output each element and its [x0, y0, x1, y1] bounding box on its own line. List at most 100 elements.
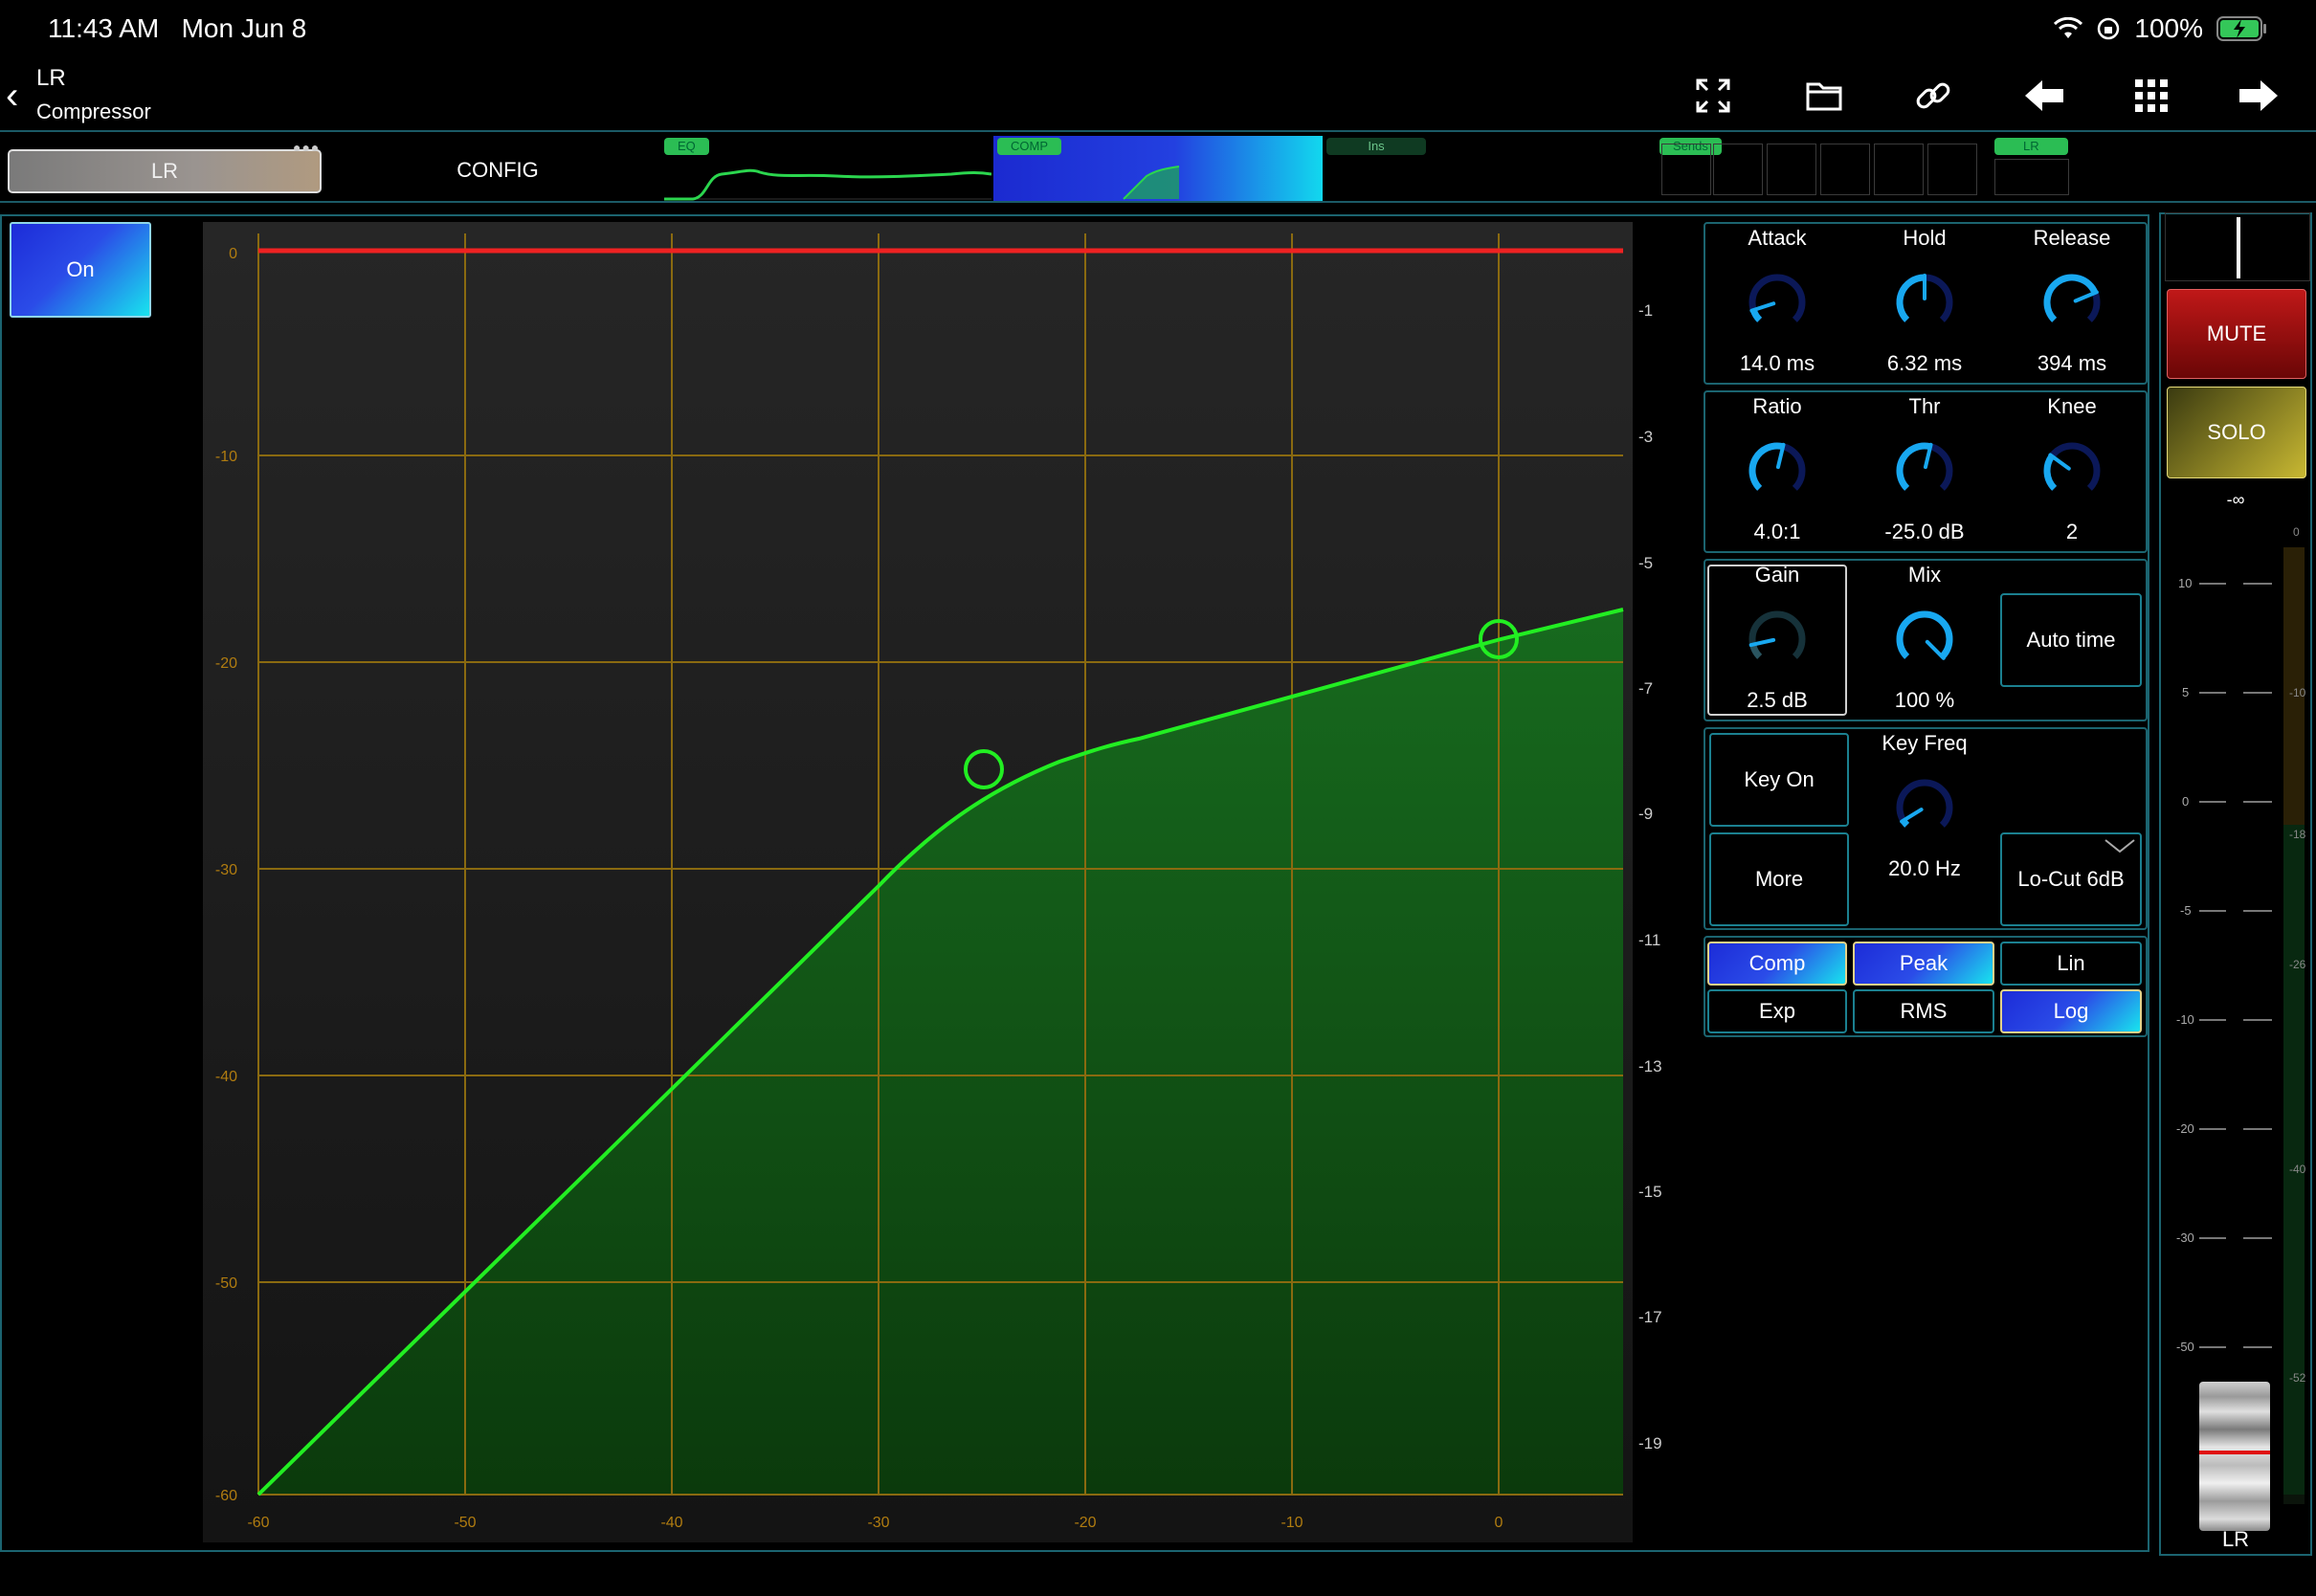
- page-subtitle: Compressor: [36, 100, 151, 123]
- eq-mini-panel[interactable]: EQ: [664, 136, 991, 201]
- fader-scale-label: 5: [2182, 685, 2189, 699]
- transfer-curve-graph[interactable]: 0 -10 -20 -30 -40 -50 -60 -60 -50 -40 -3…: [203, 222, 1633, 1542]
- meter-scale-label: -40: [2289, 1163, 2306, 1176]
- fader-scale: 10 5 0 -5 -10 -20 -30 -50 0 -10 -18 -26 …: [2176, 525, 2306, 1504]
- x-label: 0: [1495, 1515, 1503, 1531]
- status-clock: 11:43 AM: [48, 13, 160, 43]
- back-chevron-icon[interactable]: ‹: [6, 77, 18, 115]
- x-label: -50: [454, 1515, 476, 1531]
- comp-mini-panel[interactable]: COMP: [993, 136, 1323, 201]
- pan-control[interactable]: [2165, 212, 2310, 281]
- lr-bus-box: [1994, 159, 2069, 195]
- solo-button[interactable]: SOLO: [2167, 387, 2306, 478]
- strip-bottom-border: [0, 201, 2316, 203]
- more-button[interactable]: More: [1709, 832, 1849, 926]
- fullscreen-icon[interactable]: [1690, 73, 1736, 119]
- orientation-lock-icon: [2098, 17, 2120, 40]
- chevron-down-icon[interactable]: [2104, 838, 2136, 860]
- lin-mode-button[interactable]: Lin: [2000, 942, 2142, 986]
- y-label: -50: [215, 1275, 237, 1292]
- hold-knob[interactable]: Hold 6.32 ms: [1853, 226, 1996, 376]
- attack-knob[interactable]: Attack 14.0 ms: [1705, 226, 1849, 376]
- fader-handle[interactable]: [2199, 1382, 2270, 1531]
- gain-value: 2.5 dB: [1747, 688, 1808, 712]
- mix-label: Mix: [1907, 563, 1942, 587]
- x-label: -60: [247, 1515, 269, 1531]
- y-label: -20: [215, 655, 237, 672]
- channel-tab[interactable]: LR: [8, 149, 322, 193]
- forward-arrow-icon[interactable]: [2236, 73, 2282, 119]
- gr-label: -7: [1638, 679, 1653, 698]
- folder-icon[interactable]: [1801, 73, 1847, 119]
- meter-scale-label: 0: [2293, 525, 2300, 539]
- auto-time-button[interactable]: Auto time: [2000, 593, 2142, 687]
- page-title: LR: [36, 65, 66, 91]
- send-slot[interactable]: [1927, 144, 1977, 195]
- rms-mode-button[interactable]: RMS: [1853, 989, 1994, 1033]
- fader-scale-label: 10: [2178, 576, 2192, 590]
- pan-indicator: [2237, 217, 2240, 278]
- threshold-label: Thr: [1908, 394, 1941, 418]
- link-icon[interactable]: [1910, 73, 1956, 119]
- gr-label: -1: [1638, 301, 1653, 320]
- hold-label: Hold: [1903, 226, 1947, 250]
- ratio-knob[interactable]: Ratio 4.0:1: [1705, 394, 1849, 544]
- knob-pointer: [2048, 453, 2071, 471]
- knob-track: [1748, 274, 1806, 322]
- gain-dial-icon: [1748, 610, 1806, 659]
- key-on-button[interactable]: Key On: [1709, 733, 1849, 827]
- gr-label: -13: [1638, 1057, 1662, 1075]
- fader-scale-label: -20: [2176, 1121, 2194, 1136]
- knee-dial-icon: [2043, 442, 2101, 491]
- on-button[interactable]: On: [10, 222, 151, 318]
- hold-dial-icon: [1896, 274, 1953, 322]
- mix-value: 100 %: [1894, 688, 1955, 712]
- mute-button[interactable]: MUTE: [2167, 289, 2306, 379]
- log-mode-button[interactable]: Log: [2000, 989, 2142, 1033]
- fader-scale-label: 0: [2182, 794, 2189, 809]
- wifi-icon: [2054, 17, 2083, 38]
- lr-bus-mini-panel[interactable]: LR: [1994, 136, 2071, 201]
- transfer-curve-svg: 0 -10 -20 -30 -40 -50 -60 -60 -50 -40 -3…: [203, 222, 1633, 1542]
- knob-pointer: [1925, 639, 1946, 660]
- back-arrow-icon[interactable]: [2021, 73, 2067, 119]
- release-knob[interactable]: Release 394 ms: [2000, 226, 2144, 376]
- mix-dial-icon: [1896, 610, 1953, 660]
- gain-knob[interactable]: Gain 2.5 dB: [1705, 563, 1849, 713]
- config-tab[interactable]: CONFIG: [421, 153, 574, 188]
- send-slot[interactable]: [1661, 144, 1711, 195]
- status-right: 100%: [2054, 13, 2268, 44]
- eq-mini-curve: [664, 168, 991, 201]
- key-freq-knob[interactable]: Key Freq 20.0 Hz: [1853, 731, 1996, 881]
- ins-mini-panel[interactable]: Ins: [1326, 136, 1426, 201]
- gain-label: Gain: [1754, 563, 1800, 587]
- gr-label: -5: [1638, 554, 1653, 572]
- battery-percent: 100%: [2134, 13, 2203, 43]
- send-slot[interactable]: [1713, 144, 1763, 195]
- ratio-value: 4.0:1: [1753, 520, 1801, 543]
- gr-scale: -1 -3 -5 -7 -9 -11 -13 -15 -17 -19: [1638, 301, 1662, 1452]
- attack-label: Attack: [1748, 226, 1807, 250]
- exp-mode-button[interactable]: Exp: [1707, 989, 1847, 1033]
- fader-scale-label: -10: [2176, 1012, 2194, 1027]
- send-slot[interactable]: [1874, 144, 1924, 195]
- fader-scale-label: -30: [2176, 1230, 2194, 1245]
- gr-label: -9: [1638, 805, 1653, 823]
- knee-knob[interactable]: Knee 2: [2000, 394, 2144, 544]
- release-value: 394 ms: [2037, 351, 2107, 375]
- fader-handle-marker: [2199, 1451, 2270, 1454]
- threshold-knob[interactable]: Thr -25.0 dB: [1853, 394, 1996, 544]
- meter-scale-label: -18: [2289, 828, 2306, 841]
- peak-mode-button[interactable]: Peak: [1853, 942, 1994, 986]
- more-dots-icon[interactable]: ●●●: [293, 140, 320, 155]
- key-freq-value: 20.0 Hz: [1888, 856, 1961, 880]
- comp-mode-button[interactable]: Comp: [1707, 942, 1847, 986]
- status-date: Mon Jun 8: [181, 13, 307, 43]
- x-label: -40: [660, 1515, 682, 1531]
- mix-knob[interactable]: Mix 100 %: [1853, 563, 1996, 713]
- send-slot[interactable]: [1820, 144, 1870, 195]
- y-label: -60: [215, 1488, 237, 1504]
- grid-icon[interactable]: [2128, 73, 2174, 119]
- strip-top-border: [0, 130, 2316, 132]
- send-slot[interactable]: [1767, 144, 1816, 195]
